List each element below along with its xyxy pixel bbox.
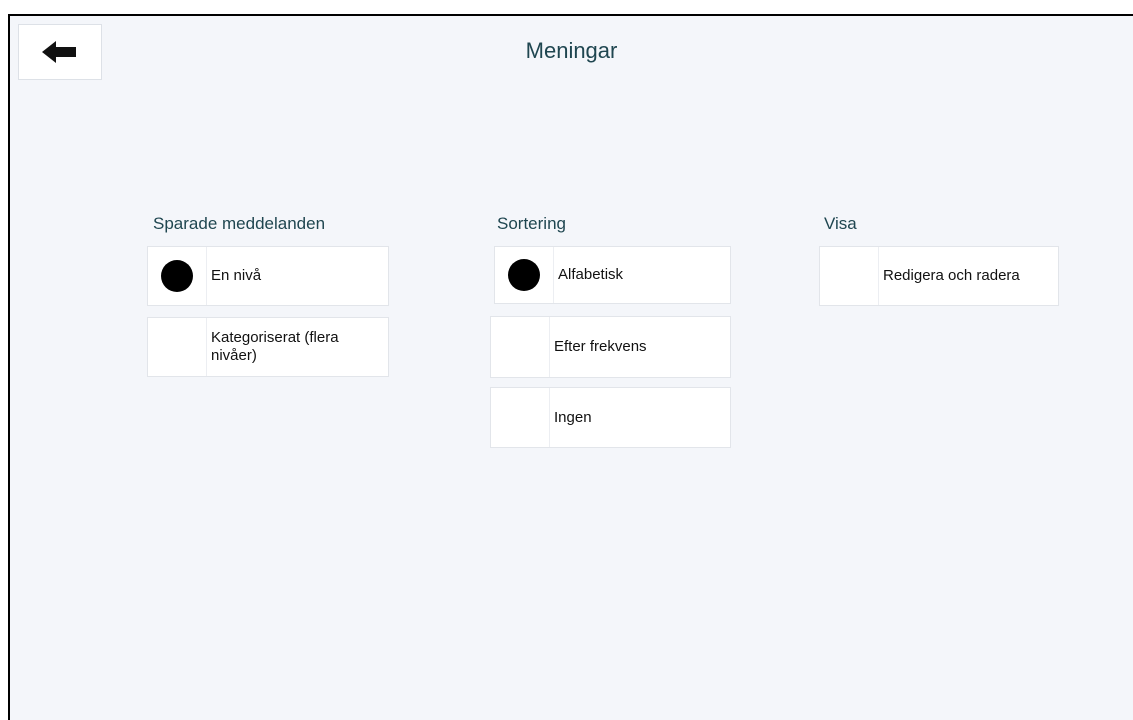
option-label: En nivå xyxy=(211,267,262,284)
sorting-section: Sortering xyxy=(497,214,566,244)
show-heading: Visa xyxy=(824,214,857,233)
option-kategoriserat[interactable]: Kategoriserat (flera nivåer) xyxy=(147,317,389,377)
option-label: Ingen xyxy=(554,408,592,426)
page-title: Meningar xyxy=(525,38,618,63)
radio-cell xyxy=(491,317,550,377)
option-ingen[interactable]: Ingen xyxy=(490,387,731,448)
radio-cell xyxy=(148,318,207,376)
option-en-niva[interactable]: En nivå xyxy=(147,246,389,306)
option-redigera-och-radera[interactable]: Redigera och radera xyxy=(819,246,1059,306)
radio-cell xyxy=(491,388,550,447)
radio-cell xyxy=(495,247,554,303)
option-label: Kategoriserat (flera nivåer) xyxy=(211,329,339,364)
saved-messages-heading: Sparade meddelanden xyxy=(153,214,326,233)
option-efter-frekvens[interactable]: Efter frekvens xyxy=(490,316,731,378)
selected-dot-icon xyxy=(508,259,540,291)
settings-page: Meningar Sparade meddelanden En nivå Kat… xyxy=(8,14,1133,720)
option-label: Alfabetisk xyxy=(558,266,624,283)
sorting-heading: Sortering xyxy=(497,214,566,233)
option-label: Redigera och radera xyxy=(883,267,1020,284)
option-label: Efter frekvens xyxy=(554,338,647,355)
option-alfabetisk[interactable]: Alfabetisk xyxy=(494,246,731,304)
saved-messages-section: Sparade meddelanden xyxy=(147,214,325,244)
radio-cell xyxy=(820,247,879,305)
radio-cell xyxy=(148,247,207,305)
selected-dot-icon xyxy=(161,260,193,292)
show-section: Visa xyxy=(820,214,857,244)
